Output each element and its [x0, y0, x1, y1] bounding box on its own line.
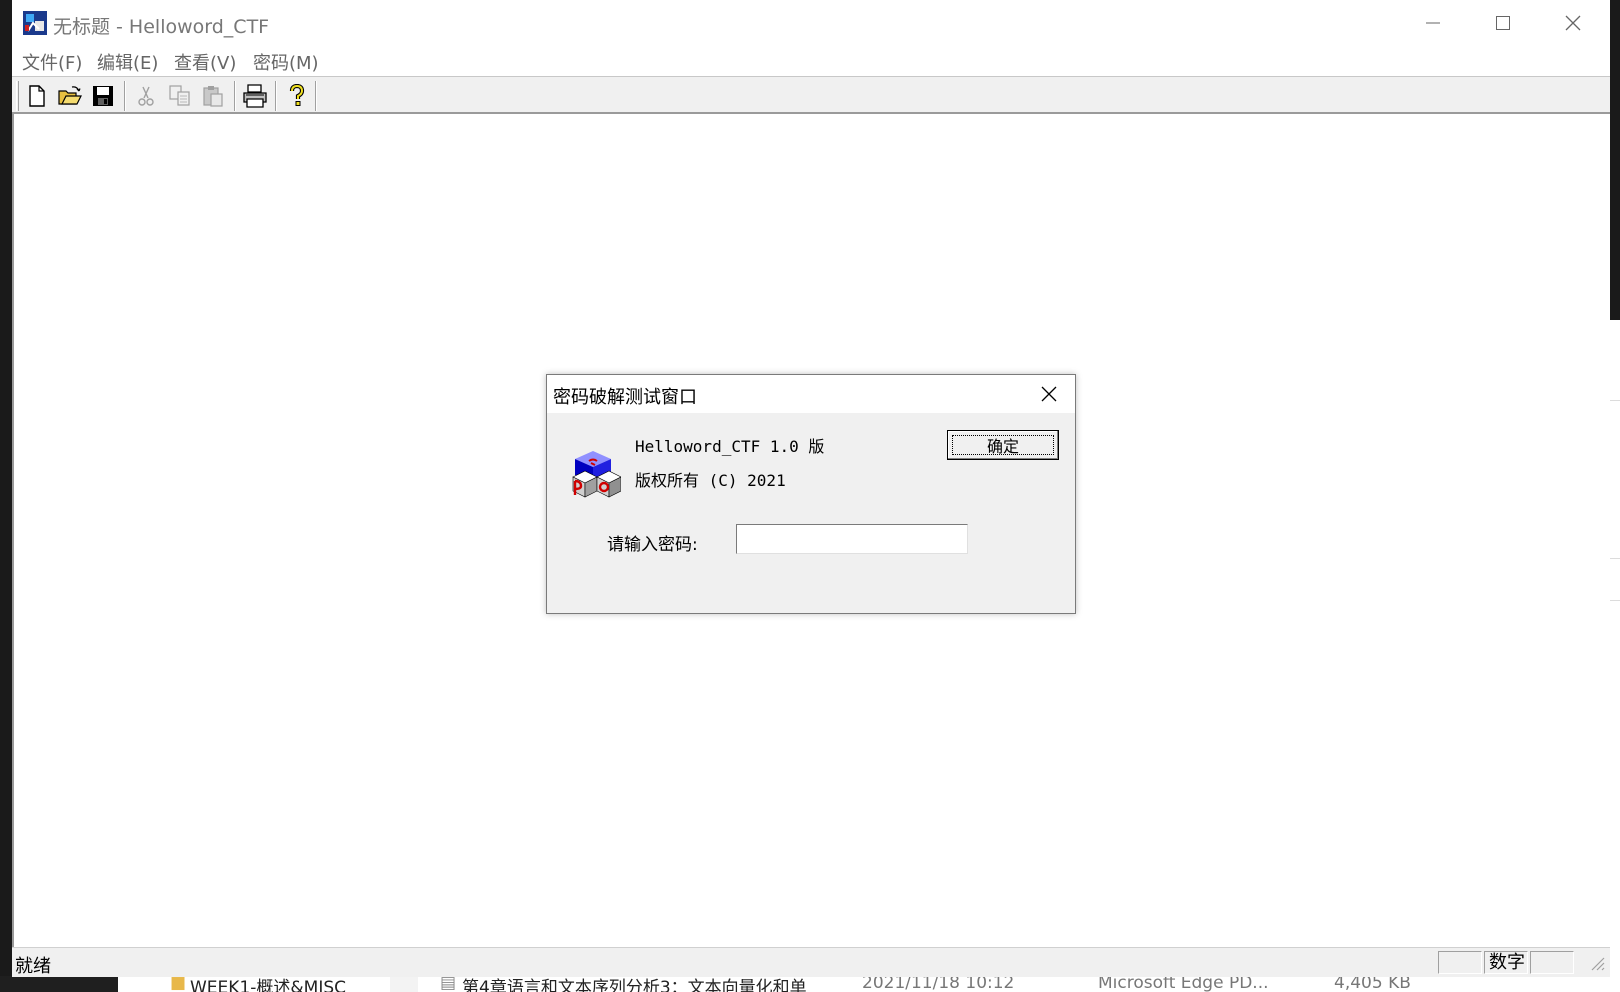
copy-button[interactable]: [167, 83, 193, 109]
background-file-type: Microsoft Edge PD...: [1098, 976, 1269, 992]
background-explorer-edge: [1610, 0, 1620, 976]
password-label: 请输入密码:: [607, 535, 698, 555]
resize-grip-icon[interactable]: [1588, 954, 1606, 972]
menu-view[interactable]: 查看(V): [174, 49, 236, 75]
close-button[interactable]: [1538, 0, 1608, 46]
toolbar: [12, 76, 1610, 114]
status-pane-caps: [1438, 951, 1482, 974]
dialog-close-button[interactable]: [1023, 375, 1075, 413]
cut-icon: [138, 86, 154, 106]
minimize-icon: [1426, 22, 1440, 24]
status-pane-scroll: [1530, 951, 1574, 974]
dialog-title-bar[interactable]: 密码破解测试窗口: [547, 375, 1075, 413]
help-icon: [289, 84, 305, 106]
maximize-button[interactable]: [1468, 0, 1538, 46]
password-dialog: 密码破解测试窗口 Helloword_CTF 1.0 版 版权所有 (C) 20…: [546, 374, 1076, 614]
menu-edit[interactable]: 编辑(E): [97, 49, 158, 75]
toolbar-separator: [234, 81, 236, 111]
new-file-icon: [29, 85, 45, 107]
background-file-date: 2021/11/18 10:12: [862, 976, 1015, 992]
cut-button[interactable]: [133, 83, 159, 109]
print-icon: [243, 84, 267, 108]
copy-icon: [169, 85, 190, 106]
save-icon: [93, 86, 113, 106]
cube-logo-icon: [572, 451, 621, 498]
menu-password[interactable]: 密码(M): [253, 49, 319, 75]
help-button[interactable]: [284, 83, 310, 109]
toolbar-separator: [315, 81, 317, 111]
background-file-name: 第4章语言和文本序列分析3：文本向量化和单: [462, 978, 807, 992]
status-bar: 就绪 数字: [12, 947, 1610, 977]
version-text: Helloword_CTF 1.0 版: [635, 437, 825, 456]
app-icon: [23, 11, 47, 35]
copyright-text: 版权所有 (C) 2021: [635, 471, 786, 490]
pdf-file-icon: ▤: [440, 976, 457, 992]
paste-icon: [203, 86, 223, 107]
minimize-button[interactable]: [1398, 0, 1468, 46]
background-folder-label: WEEK1-概述&MISC: [190, 978, 346, 992]
toolbar-separator: [275, 81, 277, 111]
save-button[interactable]: [90, 83, 116, 109]
title-bar[interactable]: 无标题 - Helloword_CTF: [12, 0, 1610, 46]
folder-icon: ■: [170, 976, 187, 992]
maximize-icon: [1496, 16, 1510, 30]
menu-file[interactable]: 文件(F): [22, 49, 82, 75]
password-input[interactable]: [736, 524, 968, 554]
close-icon: [1565, 15, 1581, 31]
background-file-size: 4,405 KB: [1334, 976, 1411, 992]
menu-bar: 文件(F) 编辑(E) 查看(V) 密码(M): [12, 46, 1610, 76]
print-button[interactable]: [242, 83, 268, 109]
focus-rect: [952, 435, 1054, 455]
paste-button[interactable]: [200, 83, 226, 109]
new-button[interactable]: [24, 83, 50, 109]
dialog-title: 密码破解测试窗口: [553, 387, 697, 408]
background-explorer-row: ■ WEEK1-概述&MISC ▤ 第4章语言和文本序列分析3：文本向量化和单 …: [0, 976, 1620, 992]
ok-button[interactable]: 确定: [947, 430, 1059, 460]
status-pane-num: 数字: [1484, 951, 1528, 974]
toolbar-grip[interactable]: [16, 81, 19, 111]
toolbar-separator: [124, 81, 126, 111]
open-button[interactable]: [57, 83, 83, 109]
window-title: 无标题 - Helloword_CTF: [53, 16, 270, 38]
open-folder-icon: [58, 86, 82, 105]
close-icon: [1041, 386, 1057, 402]
status-text: 就绪: [15, 956, 51, 977]
